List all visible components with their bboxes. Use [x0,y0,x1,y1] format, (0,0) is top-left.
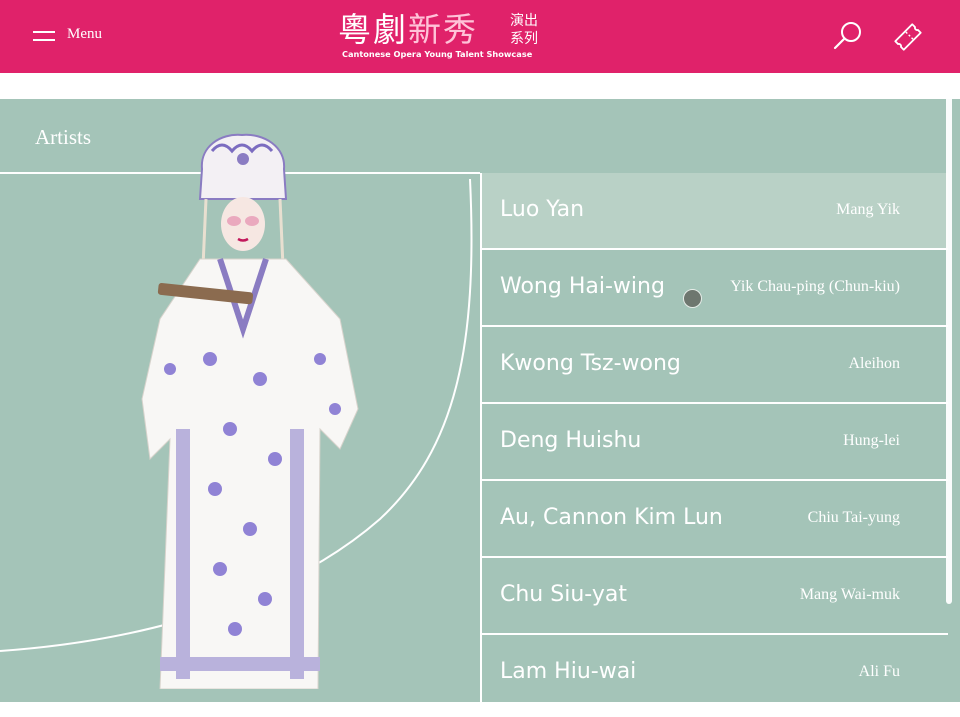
logo-title-white: 粵劇 [338,10,408,49]
artist-role: Chiu Tai-yung [807,509,900,526]
site-logo[interactable]: 粵劇新秀 演出系列 Cantonese Opera Young Talent S… [338,10,548,64]
artist-row-au-cannon-kim-lun[interactable]: Au, Cannon Kim Lun Chiu Tai-yung [482,481,948,558]
menu-label: Menu [67,26,102,42]
logo-side-text: 演出系列 [510,13,538,47]
artist-role: Ali Fu [858,663,900,680]
header-spacer [0,73,960,99]
artist-list: Luo Yan Mang Yik Wong Hai-wing Yik Chau-… [480,173,960,717]
artist-name: Au, Cannon Kim Lun [500,505,723,530]
footer-strip [0,702,960,717]
site-header: Menu 粵劇新秀 演出系列 Cantonese Opera Young Tal… [0,0,960,73]
artist-name: Kwong Tsz-wong [500,351,681,376]
artist-role: Hung-lei [843,432,900,449]
menu-icon [33,28,55,42]
ticket-icon[interactable] [891,20,923,52]
artist-role: Mang Wai-muk [799,586,900,603]
artist-role: Yik Chau-ping (Chun-kiu) [730,278,900,295]
logo-title: 粵劇新秀 [338,10,478,50]
menu-button[interactable]: Menu [33,26,102,43]
artist-row-wong-hai-wing[interactable]: Wong Hai-wing Yik Chau-ping (Chun-kiu) [482,250,948,327]
list-scrollbar[interactable] [946,84,952,604]
artist-row-kwong-tsz-wong[interactable]: Kwong Tsz-wong Aleihon [482,327,948,404]
pointer-cursor [683,289,702,308]
performer-image [141,133,359,689]
artists-section: Artists Luo Yan Mang Yik Wong Hai-wing Y… [0,99,960,717]
artist-name: Lam Hiu-wai [500,659,637,684]
artist-row-luo-yan[interactable]: Luo Yan Mang Yik [482,173,948,250]
artist-row-chu-siu-yat[interactable]: Chu Siu-yat Mang Wai-muk [482,558,948,635]
artist-row-lam-hiu-wai[interactable]: Lam Hiu-wai Ali Fu [482,635,948,710]
artist-role: Aleihon [848,355,900,372]
artist-row-deng-huishu[interactable]: Deng Huishu Hung-lei [482,404,948,481]
search-icon[interactable] [832,20,864,52]
artist-name: Deng Huishu [500,428,642,453]
artist-name: Luo Yan [500,197,585,222]
logo-title-pink: 新秀 [408,10,478,49]
artist-role: Mang Yik [836,201,900,218]
artist-name: Chu Siu-yat [500,582,627,607]
artist-name: Wong Hai-wing [500,274,665,299]
logo-subtitle: Cantonese Opera Young Talent Showcase [342,49,533,59]
